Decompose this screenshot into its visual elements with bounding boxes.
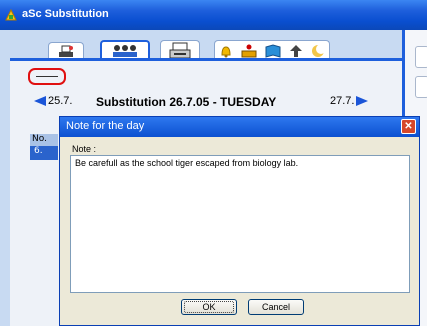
substitution-grid: No. 6. [30,134,58,170]
tool-tab-2[interactable] [100,40,150,60]
note-text: Be carefull as the school tiger escaped … [75,158,299,168]
printer-icon [169,42,191,58]
tool-tab-group[interactable] [214,40,330,60]
moon-icon [312,43,325,57]
table-row[interactable]: 6. [30,146,58,160]
ok-button[interactable]: OK [181,299,237,315]
page-title: Substitution 26.7.05 - TUESDAY [96,95,277,109]
bell-icon [221,45,231,57]
app-logo-icon [5,8,17,21]
tool-tab-3[interactable] [160,40,200,60]
cancel-label: Cancel [261,302,290,312]
people-icon [113,45,137,57]
right-pane-box-2[interactable] [415,76,427,98]
main-title-bar[interactable]: aSc Substitution [0,0,427,30]
person-lectern-icon [241,44,257,57]
highlight-circle[interactable] [28,68,66,85]
window-title: aSc Substitution [22,8,109,20]
dialog-title: Note for the day [66,120,145,132]
prev-day-button[interactable]: 25.7. [34,95,72,107]
column-header-no: No. [30,134,58,146]
note-label: Note : [72,144,97,154]
next-day-button[interactable]: 27.7. [330,95,369,107]
next-date-label: 27.7. [330,95,355,107]
dash-icon [36,76,58,77]
dialog-title-bar[interactable]: Note for the day ✕ [60,117,419,137]
book-icon [265,43,281,58]
arrow-right-icon [356,96,369,106]
focus-ring [184,301,234,313]
prev-date-label: 25.7. [48,95,73,107]
note-textarea[interactable]: Be carefull as the school tiger escaped … [70,155,410,293]
right-pane-box-1[interactable] [415,46,427,68]
note-dialog: Note for the day ✕ Note : Be carefull as… [59,116,420,326]
upload-arrow-icon [290,44,302,57]
cancel-button[interactable]: Cancel [248,299,304,315]
arrow-left-icon [34,96,46,106]
close-icon[interactable]: ✕ [401,119,416,134]
